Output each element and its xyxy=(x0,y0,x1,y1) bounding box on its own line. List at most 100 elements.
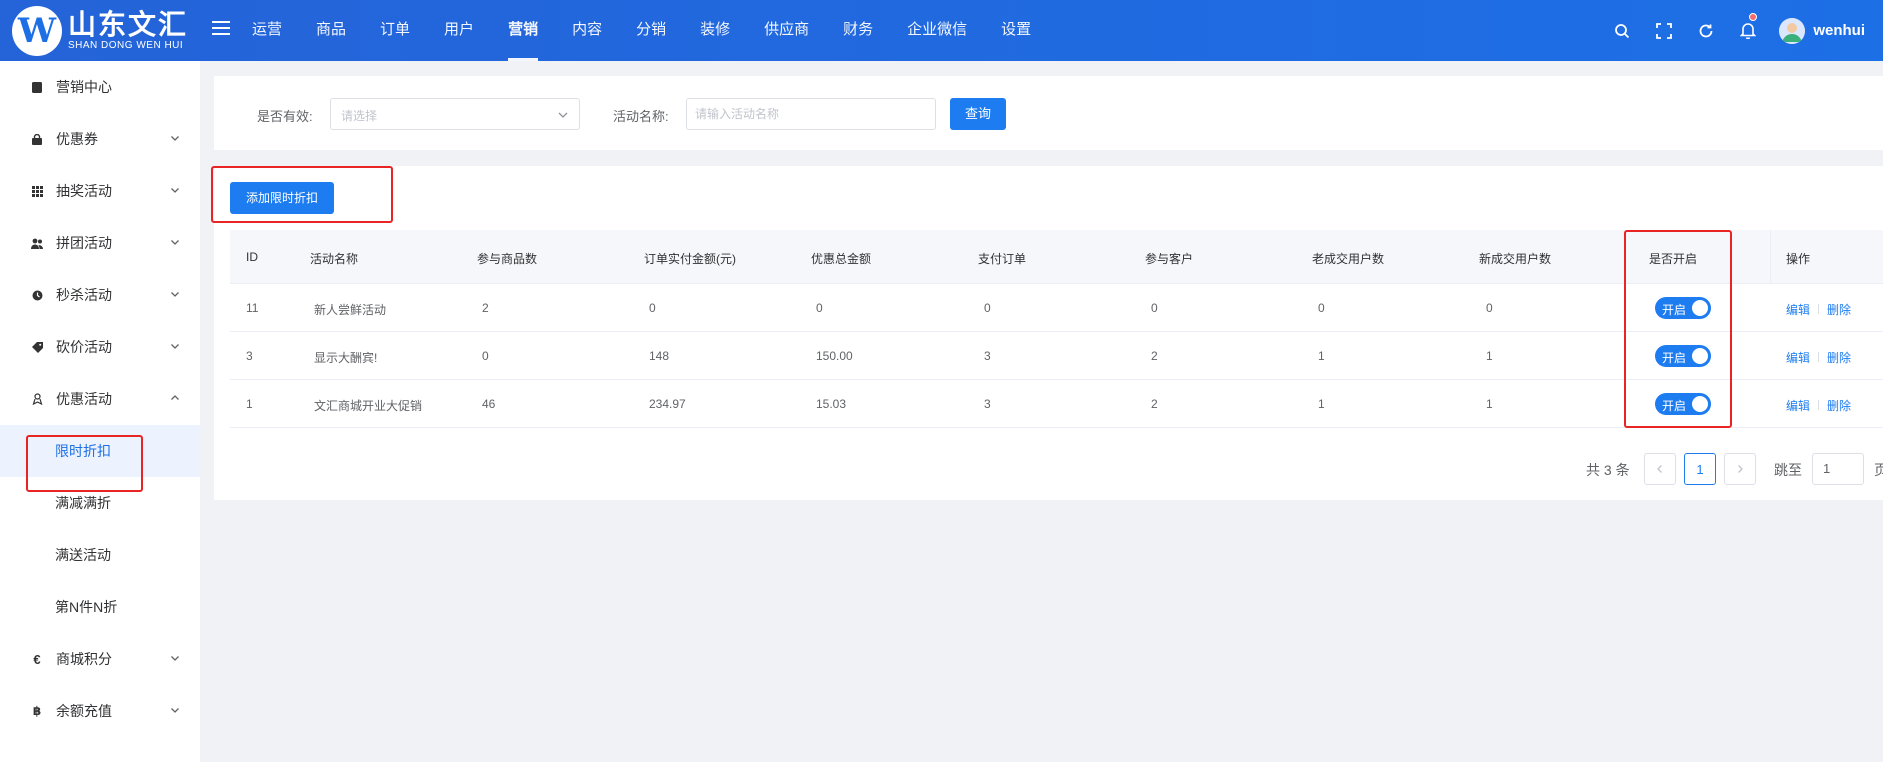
nav-item-distribution[interactable]: 分销 xyxy=(619,0,683,61)
cell-orders: 3 xyxy=(984,349,991,363)
sidebar-item-bargain[interactable]: 砍价活动 xyxy=(0,321,200,373)
query-button[interactable]: 查询 xyxy=(950,98,1006,130)
nav-item-products[interactable]: 商品 xyxy=(299,0,363,61)
valid-select[interactable]: 请选择 xyxy=(330,98,580,130)
cell-id: 3 xyxy=(246,349,253,363)
cell-customers: 0 xyxy=(1151,301,1158,315)
page-suffix-label: 页 xyxy=(1874,462,1883,478)
chevron-down-icon xyxy=(171,292,179,297)
cell-new-users: 0 xyxy=(1486,301,1493,315)
cell-paid: 0 xyxy=(649,301,656,315)
delete-link[interactable]: 删除 xyxy=(1827,301,1851,318)
top-header: W 山东文汇 SHAN DONG WEN HUI 运营 商品 订单 用户 营销 … xyxy=(0,0,1883,61)
column-header-new-users: 新成交用户数 xyxy=(1479,252,1552,266)
chevron-left-icon xyxy=(1657,465,1662,473)
sidebar-item-group-buy[interactable]: 拼团活动 xyxy=(0,217,200,269)
activity-name-input[interactable] xyxy=(686,98,936,130)
username[interactable]: wenhui xyxy=(1813,22,1865,39)
promotion-icon xyxy=(30,392,44,406)
next-page-button[interactable] xyxy=(1724,453,1756,485)
cell-name: 文汇商城开业大促销 xyxy=(314,399,423,413)
column-header-goods: 参与商品数 xyxy=(477,252,538,266)
edit-link[interactable]: 编辑 xyxy=(1786,301,1810,318)
logo-subtitle: SHAN DONG WEN HUI xyxy=(68,40,184,51)
highlight-box-add-button xyxy=(211,166,393,223)
sidebar-item-coupon[interactable]: 优惠券 xyxy=(0,113,200,165)
cell-goods: 2 xyxy=(482,301,489,315)
column-header-customers: 参与客户 xyxy=(1145,252,1194,266)
nav-item-supplier[interactable]: 供应商 xyxy=(747,0,826,61)
cell-orders: 0 xyxy=(984,301,991,315)
nav-item-decoration[interactable]: 装修 xyxy=(683,0,747,61)
highlight-box-enabled-column xyxy=(1624,230,1732,428)
prev-page-button[interactable] xyxy=(1644,453,1676,485)
sidebar-item-points[interactable]: € 商城积分 xyxy=(0,633,200,685)
nav-item-operations[interactable]: 运营 xyxy=(235,0,299,61)
bargain-icon xyxy=(30,340,44,354)
nav-item-content[interactable]: 内容 xyxy=(555,0,619,61)
chevron-down-icon xyxy=(171,240,179,245)
chevron-down-icon xyxy=(171,656,179,661)
cell-id: 11 xyxy=(246,301,259,315)
cell-customers: 2 xyxy=(1151,349,1158,363)
cell-discount: 150.00 xyxy=(816,349,853,363)
nav-item-orders[interactable]: 订单 xyxy=(363,0,427,61)
column-divider xyxy=(1770,230,1771,284)
cell-id: 1 xyxy=(246,397,253,411)
column-header-old-users: 老成交用户数 xyxy=(1312,252,1385,266)
flash-sale-icon xyxy=(30,288,44,302)
delete-link[interactable]: 删除 xyxy=(1827,397,1851,414)
column-header-actions: 操作 xyxy=(1786,252,1811,266)
logo-title: 山东文汇 xyxy=(68,9,189,40)
edit-link[interactable]: 编辑 xyxy=(1786,397,1810,414)
valid-select-placeholder: 请选择 xyxy=(341,109,378,123)
menu-collapse-icon[interactable] xyxy=(212,21,230,37)
cell-discount: 15.03 xyxy=(816,397,847,411)
marketing-center-icon xyxy=(30,80,44,94)
cell-customers: 2 xyxy=(1151,397,1158,411)
sidebar-item-flash-sale[interactable]: 秒杀活动 xyxy=(0,269,200,321)
nav-item-users[interactable]: 用户 xyxy=(427,0,491,61)
jump-page-input[interactable]: 1 xyxy=(1812,453,1864,485)
cell-old-users: 0 xyxy=(1318,301,1325,315)
chevron-down-icon xyxy=(171,188,179,193)
page-number-button[interactable]: 1 xyxy=(1684,453,1716,485)
avatar[interactable] xyxy=(1779,17,1806,44)
logo[interactable]: W 山东文汇 SHAN DONG WEN HUI xyxy=(12,6,189,56)
fullscreen-icon[interactable] xyxy=(1643,0,1685,61)
refresh-icon[interactable] xyxy=(1685,0,1727,61)
chevron-down-icon xyxy=(558,112,568,118)
sidebar-sub-item-nth-discount[interactable]: 第N件N折 xyxy=(0,581,200,633)
column-header-paid: 订单实付金额(元) xyxy=(644,252,736,266)
chevron-down-icon xyxy=(171,344,179,349)
sidebar-item-promotion[interactable]: 优惠活动 xyxy=(0,373,200,425)
sidebar-item-recharge[interactable]: ฿ 余额充值 xyxy=(0,685,200,737)
nav-item-marketing[interactable]: 营销 xyxy=(491,0,555,61)
column-header-orders: 支付订单 xyxy=(978,252,1027,266)
sidebar-item-marketing-center[interactable]: 营销中心 xyxy=(0,61,200,113)
cell-orders: 3 xyxy=(984,397,991,411)
cell-name: 显示大酬宾! xyxy=(314,351,378,365)
cell-paid: 148 xyxy=(649,349,670,363)
cell-new-users: 1 xyxy=(1486,349,1493,363)
nav-item-finance[interactable]: 财务 xyxy=(826,0,890,61)
search-icon[interactable] xyxy=(1601,0,1643,61)
bitcoin-icon: ฿ xyxy=(32,704,42,718)
coupon-icon xyxy=(30,132,44,146)
edit-link[interactable]: 编辑 xyxy=(1786,349,1810,366)
cell-goods: 46 xyxy=(482,397,496,411)
notification-dot xyxy=(1749,13,1758,21)
cell-goods: 0 xyxy=(482,349,489,363)
sidebar-sub-item-full-gift[interactable]: 满送活动 xyxy=(0,529,200,581)
nav-item-settings[interactable]: 设置 xyxy=(984,0,1048,61)
nav-item-wecom[interactable]: 企业微信 xyxy=(890,0,984,61)
bell-icon[interactable] xyxy=(1727,0,1769,61)
cell-old-users: 1 xyxy=(1318,349,1325,363)
top-nav: 运营 商品 订单 用户 营销 内容 分销 装修 供应商 财务 企业微信 设置 xyxy=(235,0,1048,61)
jump-to-label: 跳至 xyxy=(1774,462,1802,478)
cell-name: 新人尝鲜活动 xyxy=(314,303,387,317)
delete-link[interactable]: 删除 xyxy=(1827,349,1851,366)
column-header-name: 活动名称 xyxy=(310,252,359,266)
chevron-right-icon xyxy=(1738,465,1743,473)
sidebar-item-lottery[interactable]: 抽奖活动 xyxy=(0,165,200,217)
